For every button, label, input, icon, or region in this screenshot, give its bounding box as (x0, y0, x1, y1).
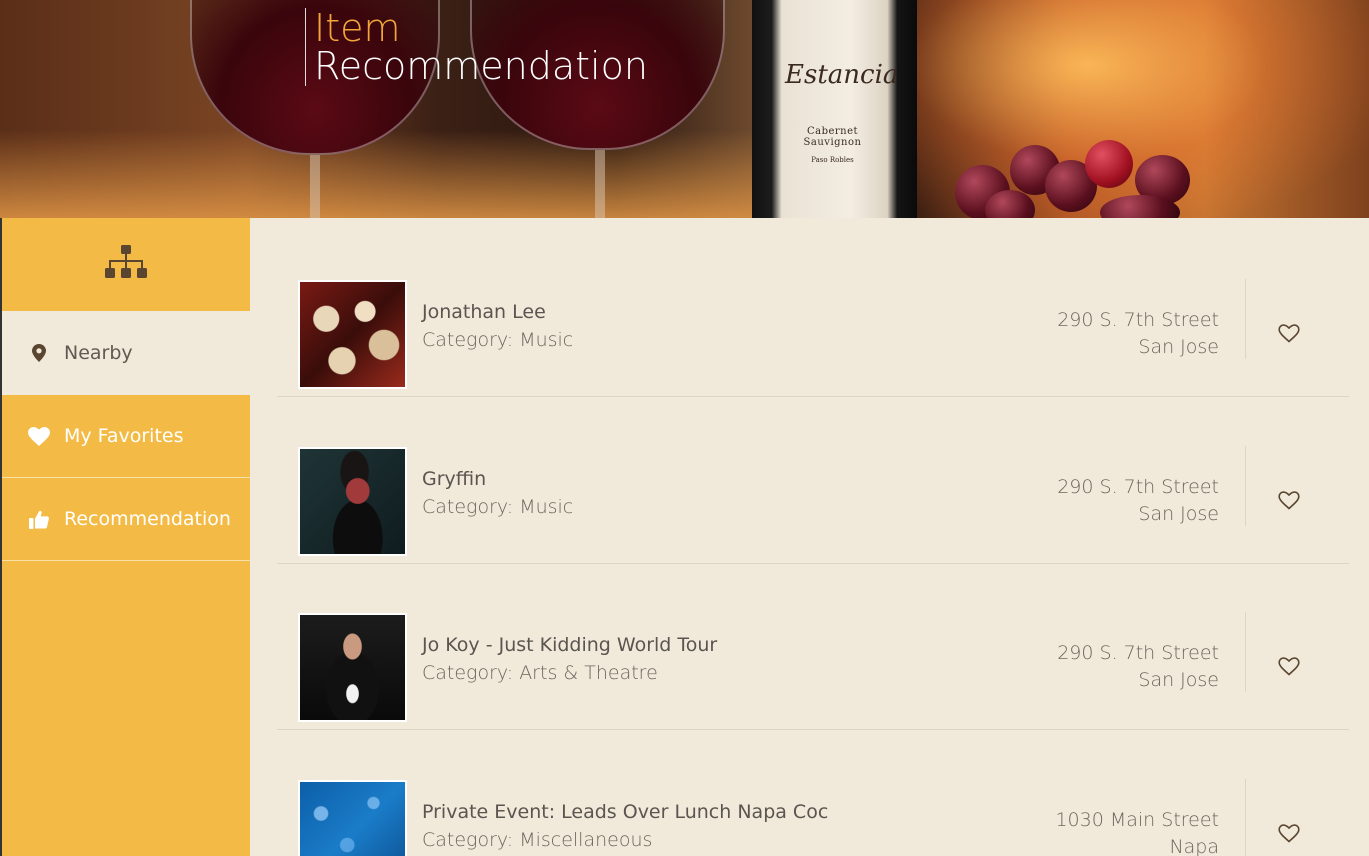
bottle-region: Paso Robles (811, 156, 854, 164)
thumbs-up-icon (28, 508, 50, 530)
map-pin-icon (28, 342, 50, 364)
divider (1245, 446, 1246, 526)
item-address-city: San Jose (1138, 503, 1219, 525)
favorite-button[interactable] (1277, 489, 1301, 511)
item-name[interactable]: Private Event: Leads Over Lunch Napa Coc (422, 801, 828, 823)
item-category: Category: Miscellaneous (422, 829, 653, 851)
heart-outline-icon (1278, 823, 1300, 843)
heart-outline-icon (1278, 656, 1300, 676)
sidebar-item-label: My Favorites (64, 425, 184, 447)
bottle-brand: Estancia (785, 60, 899, 90)
wine-glass-stem (310, 155, 320, 218)
item-list: Jonathan Lee Category: Music 290 S. 7th … (250, 218, 1369, 856)
divider (1245, 612, 1246, 692)
header-banner: Estancia Cabernet Sauvignon Paso Robles … (0, 0, 1369, 218)
item-address-street: 290 S. 7th Street (1057, 476, 1219, 498)
item-thumbnail[interactable] (298, 447, 407, 556)
item-address-street: 290 S. 7th Street (1057, 642, 1219, 664)
item-address-city: San Jose (1138, 669, 1219, 691)
sidebar: Nearby My Favorites Recommendation (0, 218, 250, 856)
item-address: 1030 Main Street Napa (1055, 807, 1219, 856)
item-category: Category: Arts & Theatre (422, 662, 658, 684)
item-address-city: Napa (1169, 836, 1219, 856)
item-name[interactable]: Jo Koy - Just Kidding World Tour (422, 634, 717, 656)
item-address-street: 290 S. 7th Street (1057, 309, 1219, 331)
item-address: 290 S. 7th Street San Jose (1057, 474, 1219, 528)
list-item[interactable]: Private Event: Leads Over Lunch Napa Coc… (277, 731, 1349, 856)
item-category: Category: Music (422, 329, 574, 351)
item-address-street: 1030 Main Street (1055, 809, 1219, 831)
grape (1085, 140, 1133, 188)
divider (1245, 279, 1246, 359)
favorite-button[interactable] (1277, 322, 1301, 344)
page-title-line1: Item (314, 6, 401, 50)
item-thumbnail[interactable] (298, 780, 407, 856)
item-name[interactable]: Gryffin (422, 468, 486, 490)
sidebar-item-my-favorites[interactable]: My Favorites (2, 395, 250, 478)
heart-outline-icon (1278, 323, 1300, 343)
sidebar-logo (2, 218, 250, 312)
favorite-button[interactable] (1277, 655, 1301, 677)
divider (1245, 779, 1246, 856)
wine-glass-stem (595, 150, 605, 218)
sidebar-item-recommendation[interactable]: Recommendation (2, 478, 250, 561)
list-item[interactable]: Jonathan Lee Category: Music 290 S. 7th … (277, 231, 1349, 397)
item-address: 290 S. 7th Street San Jose (1057, 640, 1219, 694)
page-title-line2: Recommendation (314, 44, 648, 88)
sidebar-item-label: Recommendation (64, 508, 231, 530)
favorite-button[interactable] (1277, 822, 1301, 844)
heart-icon (28, 425, 50, 447)
item-category: Category: Music (422, 496, 574, 518)
sidebar-item-nearby[interactable]: Nearby (2, 312, 250, 395)
item-thumbnail[interactable] (298, 280, 407, 389)
item-name[interactable]: Jonathan Lee (422, 301, 546, 323)
list-item[interactable]: Gryffin Category: Music 290 S. 7th Stree… (277, 398, 1349, 564)
item-thumbnail[interactable] (298, 613, 407, 722)
sidebar-item-label: Nearby (64, 342, 133, 364)
item-address: 290 S. 7th Street San Jose (1057, 307, 1219, 361)
heart-outline-icon (1278, 490, 1300, 510)
wine-bottle-label: Estancia Cabernet Sauvignon Paso Robles (785, 60, 899, 164)
item-address-city: San Jose (1138, 336, 1219, 358)
page-title: Item Recommendation (305, 8, 648, 86)
banner-table-glow (0, 130, 760, 218)
sitemap-icon (105, 244, 147, 285)
bottle-varietal: Cabernet Sauvignon (803, 126, 862, 148)
list-item[interactable]: Jo Koy - Just Kidding World Tour Categor… (277, 564, 1349, 730)
